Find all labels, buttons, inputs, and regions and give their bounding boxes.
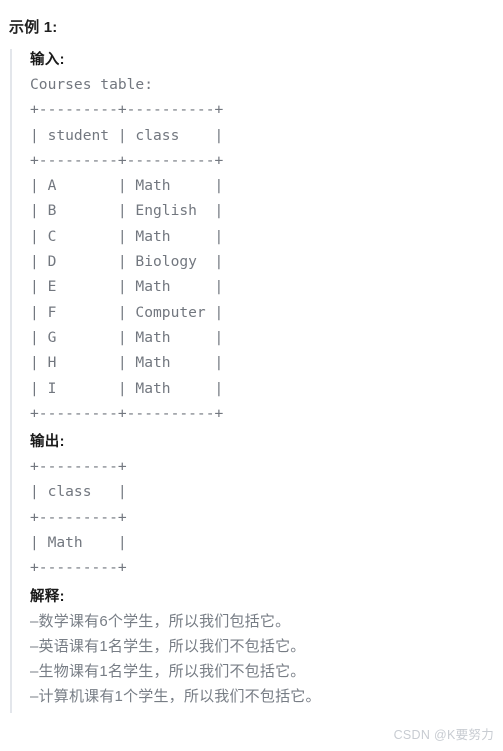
explanation-line: –数学课有6个学生，所以我们包括它。 bbox=[30, 612, 291, 630]
csdn-watermark: CSDN @K要努力 bbox=[393, 728, 494, 742]
input-table-caption: Courses table: bbox=[30, 76, 154, 93]
explanation-label: 解释: bbox=[30, 588, 65, 605]
input-ascii-table: +---------+----------+ | student | class… bbox=[30, 101, 224, 422]
output-ascii-table: +---------+ | class | +---------+ | Math… bbox=[30, 458, 127, 577]
input-label: 输入: bbox=[30, 52, 65, 68]
explanation-line: –英语课有1名学生，所以我们不包括它。 bbox=[30, 637, 306, 655]
example-page: 示例 1: 输入: Courses table: +---------+----… bbox=[0, 0, 503, 751]
example-quote-block: 输入: Courses table: +---------+----------… bbox=[10, 49, 503, 713]
explanation-line: –计算机课有1个学生，所以我们不包括它。 bbox=[30, 687, 321, 705]
output-label: 输出: bbox=[30, 434, 65, 451]
page-title: 示例 1: bbox=[9, 19, 58, 36]
explanation-line: –生物课有1名学生，所以我们不包括它。 bbox=[30, 662, 306, 680]
